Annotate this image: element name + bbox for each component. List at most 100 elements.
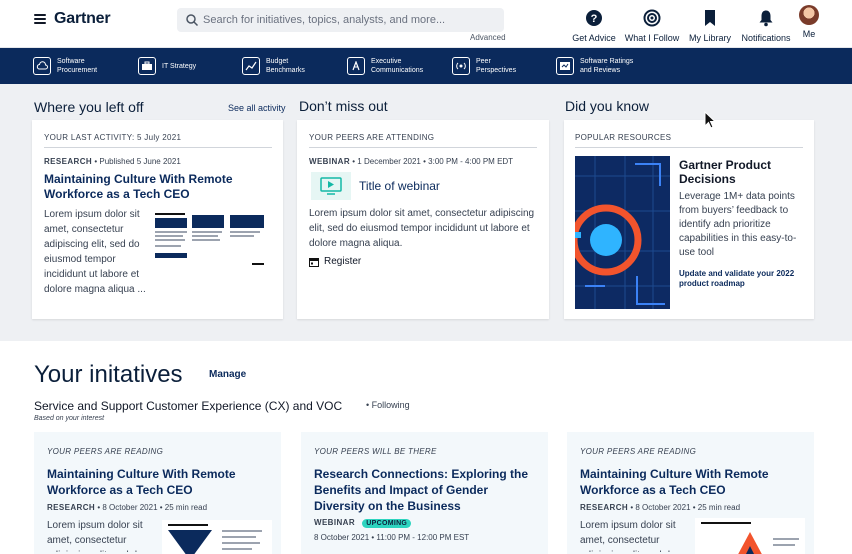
category-label: Benchmarks xyxy=(266,67,305,74)
card-eyebrow: YOUR PEERS WILL BE THERE xyxy=(314,447,437,456)
category-it-strategy[interactable]: IT Strategy xyxy=(138,54,196,78)
webinar-date: • 1 December 2021 xyxy=(352,157,421,166)
category-label: Procurement xyxy=(57,67,98,74)
promo-title[interactable]: Gartner Product Decisions xyxy=(679,158,799,186)
content-type: RESEARCH xyxy=(44,157,93,166)
card-eyebrow: YOUR PEERS ARE READING xyxy=(47,447,164,456)
category-label: Executive xyxy=(371,58,402,65)
nav-my-library[interactable]: My Library xyxy=(686,6,734,46)
card-body: Lorem ipsum dolor sit amet, consectetur … xyxy=(580,520,676,552)
category-nav: Software Procurement IT Strategy Budget Be… xyxy=(0,48,852,84)
product-decisions-illustration xyxy=(575,156,670,309)
search-box[interactable] xyxy=(177,8,504,32)
where-you-left-off-title: Where you left off xyxy=(34,99,144,115)
top-bar: Gartner Advanced ? Get Advice What I Fol… xyxy=(0,0,852,48)
card-title[interactable]: Research Connections: Exploring the Bene… xyxy=(314,466,539,514)
category-label: Software Ratings xyxy=(580,58,634,65)
divider xyxy=(44,147,272,148)
category-label: Communications xyxy=(371,67,424,74)
did-you-know-title: Did you know xyxy=(565,98,650,114)
webinar-time: • 11:00 PM - 12:00 PM EST xyxy=(371,533,470,542)
read-time: • 25 min read xyxy=(159,503,208,512)
card-title[interactable]: Maintaining Culture With Remote Workforc… xyxy=(44,172,264,202)
radar-icon xyxy=(643,9,661,27)
last-activity-card[interactable]: YOUR LAST ACTIVITY: 5 July 2021 RESEARCH… xyxy=(32,120,283,319)
nav-me[interactable]: Me xyxy=(796,5,822,45)
report-thumbnail xyxy=(162,520,272,554)
category-peer-perspectives[interactable]: Peer Perspectives xyxy=(452,54,516,78)
eyebrow-label: YOUR LAST ACTIVITY: xyxy=(44,133,135,142)
report-thumbnail xyxy=(695,518,805,554)
trend-chart-icon xyxy=(242,57,260,75)
briefcase-icon xyxy=(138,57,156,75)
nav-label: Get Advice xyxy=(572,33,616,43)
avatar xyxy=(799,5,819,25)
svg-text:?: ? xyxy=(591,13,598,25)
initiative-card[interactable]: YOUR PEERS ARE READING Maintaining Cultu… xyxy=(567,432,814,554)
category-software-procurement[interactable]: Software Procurement xyxy=(33,54,97,78)
following-status[interactable]: • Following xyxy=(366,400,410,410)
category-software-ratings[interactable]: Software Ratings and Reviews xyxy=(556,54,633,78)
category-label: IT Strategy xyxy=(162,62,197,70)
dont-miss-out-title: Don’t miss out xyxy=(299,98,388,114)
card-meta: WEBINAR UPCOMING xyxy=(314,518,412,528)
compass-icon xyxy=(347,57,365,75)
nav-get-advice[interactable]: ? Get Advice xyxy=(569,6,619,46)
initiative-card[interactable]: YOUR PEERS WILL BE THERE Research Connec… xyxy=(301,432,548,554)
bell-icon xyxy=(759,10,773,27)
question-circle-icon: ? xyxy=(586,10,602,26)
category-executive-communications[interactable]: Executive Communications xyxy=(347,54,423,78)
content-type: WEBINAR xyxy=(309,157,351,166)
nav-label: What I Follow xyxy=(624,33,680,43)
broadcast-icon xyxy=(452,57,470,75)
hamburger-menu-icon[interactable] xyxy=(34,14,46,24)
register-label: Register xyxy=(324,256,362,267)
nav-label: Me xyxy=(802,29,816,39)
card-eyebrow: YOUR PEERS ARE ATTENDING xyxy=(309,133,435,142)
promo-body: Leverage 1M+ data points from buyers’ fe… xyxy=(679,191,797,258)
card-date: • 8 October 2021 xyxy=(630,503,691,512)
card-body: Lorem ipsum dolor sit amet, consectetur … xyxy=(47,520,143,552)
content-type: WEBINAR xyxy=(314,518,356,527)
manage-link[interactable]: Manage xyxy=(209,369,246,380)
webinar-card[interactable]: YOUR PEERS ARE ATTENDING WEBINAR • 1 Dec… xyxy=(297,120,549,319)
card-date: 8 October 2021 xyxy=(314,533,370,542)
initiative-name[interactable]: Service and Support Customer Experience … xyxy=(34,399,342,413)
nav-notifications[interactable]: Notifications xyxy=(738,6,794,46)
card-meta: RESEARCH • 8 October 2021 • 25 min read xyxy=(47,503,207,512)
rating-icon xyxy=(556,57,574,75)
card-meta: RESEARCH • 8 October 2021 • 25 min read xyxy=(580,503,740,512)
divider xyxy=(575,147,803,148)
initiative-card[interactable]: YOUR PEERS ARE READING Maintaining Cultu… xyxy=(34,432,281,554)
card-eyebrow: YOUR PEERS ARE READING xyxy=(580,447,697,456)
eyebrow-date: 5 July 2021 xyxy=(137,133,182,142)
nav-label: My Library xyxy=(688,33,731,43)
gartner-logo[interactable]: Gartner xyxy=(54,10,111,28)
read-time: • 25 min read xyxy=(692,503,741,512)
promo-link[interactable]: Update and validate your 2022 product ro… xyxy=(679,269,804,289)
card-body: Lorem ipsum dolor sit amet, consectetur … xyxy=(44,209,146,295)
category-label: and Reviews xyxy=(580,67,621,74)
divider xyxy=(309,147,537,148)
content-type: RESEARCH xyxy=(47,503,96,512)
popular-resources-card[interactable]: POPULAR RESOURCES Gartner Product Decisi… xyxy=(564,120,814,319)
register-button[interactable]: Register xyxy=(309,256,361,267)
mouse-cursor-icon xyxy=(704,111,716,129)
search-icon xyxy=(186,14,199,27)
nav-label: Notifications xyxy=(741,33,791,43)
card-title[interactable]: Maintaining Culture With Remote Workforc… xyxy=(47,466,262,498)
search-input[interactable] xyxy=(203,11,493,29)
card-date: • 8 October 2021 xyxy=(97,503,158,512)
see-all-activity-link[interactable]: See all activity xyxy=(228,103,286,113)
advanced-search-link[interactable]: Advanced xyxy=(470,33,506,42)
card-body: Lorem ipsum dolor sit amet, consectetur … xyxy=(309,208,535,249)
card-title[interactable]: Maintaining Culture With Remote Workforc… xyxy=(580,466,795,498)
initiatives-title: Your initatives xyxy=(34,361,183,388)
card-meta-time: 8 October 2021 • 11:00 PM - 12:00 PM EST xyxy=(314,533,469,542)
webinar-title[interactable]: Title of webinar xyxy=(359,179,440,193)
category-label: Software xyxy=(57,58,85,65)
webinar-monitor-icon xyxy=(311,172,351,200)
category-budget-benchmarks[interactable]: Budget Benchmarks xyxy=(242,54,305,78)
nav-what-i-follow[interactable]: What I Follow xyxy=(624,6,680,46)
card-eyebrow: YOUR LAST ACTIVITY: 5 July 2021 xyxy=(44,133,181,142)
